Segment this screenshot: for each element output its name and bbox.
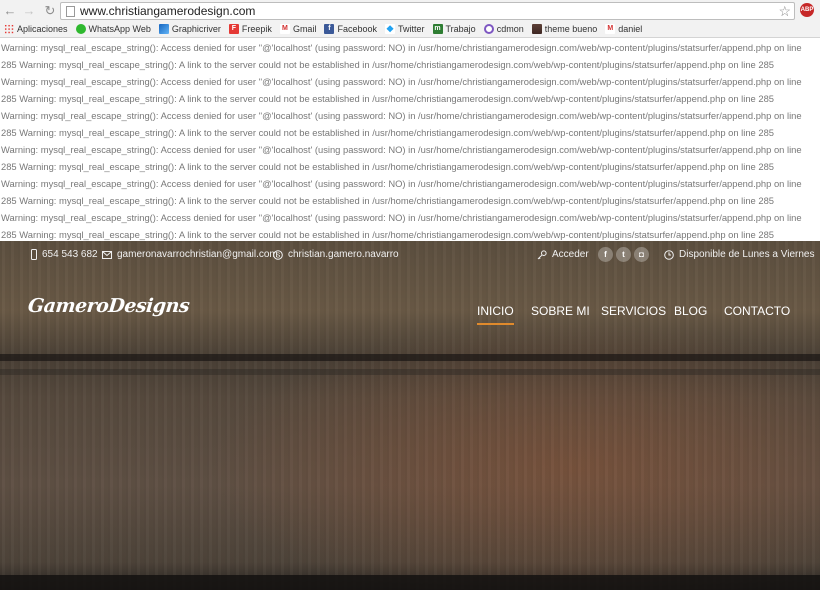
instagram-icon[interactable]: ◘ bbox=[634, 247, 649, 262]
email-icon bbox=[102, 250, 112, 259]
bookmark-label: theme bueno bbox=[544, 24, 598, 34]
freepik-icon: F bbox=[228, 24, 239, 34]
gmail-icon: M bbox=[605, 24, 616, 34]
reload-icon[interactable]: ↻ bbox=[42, 3, 58, 19]
hero-texture-band bbox=[0, 575, 820, 590]
key-icon bbox=[537, 249, 547, 259]
nav-servicios[interactable]: SERVICIOS bbox=[601, 304, 666, 318]
twitter-icon[interactable]: t bbox=[616, 247, 631, 262]
trabajo-icon: m bbox=[432, 24, 443, 34]
bookmark-graphicriver[interactable]: Graphicriver bbox=[158, 24, 221, 34]
bookmark-star-icon[interactable]: ☆ bbox=[778, 3, 791, 19]
bookmark-label: Gmail bbox=[292, 24, 317, 34]
hero-texture-band bbox=[0, 369, 820, 375]
clock-icon bbox=[664, 249, 674, 260]
bookmark-label: Graphicriver bbox=[171, 24, 221, 34]
nav-contacto[interactable]: CONTACTO bbox=[724, 304, 790, 318]
email-address: gameronavarrochristian@gmail.com bbox=[117, 249, 278, 260]
bookmark-label: Trabajo bbox=[445, 24, 476, 34]
bookmark-gmail[interactable]: M Gmail bbox=[279, 24, 317, 34]
bookmark-label: Freepik bbox=[241, 24, 272, 34]
warning-line: 285 Warning: mysql_real_escape_string():… bbox=[1, 195, 775, 206]
adblock-plus-icon[interactable]: ABP bbox=[800, 3, 814, 17]
bookmark-label: WhatsApp Web bbox=[88, 24, 151, 34]
cdmon-icon bbox=[483, 24, 494, 34]
back-arrow-icon[interactable]: ← bbox=[2, 3, 18, 19]
nav-inicio[interactable]: INICIO bbox=[477, 304, 514, 325]
bookmark-trabajo[interactable]: m Trabajo bbox=[432, 24, 476, 34]
nav-blog[interactable]: BLOG bbox=[674, 304, 707, 318]
page-icon bbox=[66, 6, 75, 17]
warning-line: Warning: mysql_real_escape_string(): Acc… bbox=[1, 76, 802, 87]
phone-number: 654 543 682 bbox=[42, 249, 98, 260]
warning-line: Warning: mysql_real_escape_string(): Acc… bbox=[1, 212, 802, 223]
warning-line: 285 Warning: mysql_real_escape_string():… bbox=[1, 127, 775, 138]
bookmark-label: cdmon bbox=[496, 24, 524, 34]
forward-arrow-icon[interactable]: → bbox=[21, 3, 37, 19]
url-text[interactable]: www.christiangamerodesign.com bbox=[80, 4, 255, 19]
bookmarks-bar: Aplicaciones WhatsApp Web Graphicriver F… bbox=[4, 21, 650, 37]
whatsapp-icon bbox=[75, 24, 86, 34]
bookmark-aplicaciones[interactable]: Aplicaciones bbox=[4, 24, 68, 34]
bookmark-facebook[interactable]: f Facebook bbox=[324, 24, 377, 34]
availability-info: Disponible de Lunes a Viernes bbox=[664, 249, 814, 260]
site-hero: 654 543 682 gameronavarrochristian@gmail… bbox=[0, 241, 820, 590]
skype-icon: S bbox=[273, 249, 283, 260]
bookmark-theme-bueno[interactable]: theme bueno bbox=[531, 24, 598, 34]
bookmark-whatsapp-web[interactable]: WhatsApp Web bbox=[75, 24, 151, 34]
bookmark-cdmon[interactable]: cdmon bbox=[483, 24, 524, 34]
theme-icon bbox=[531, 24, 542, 34]
bookmark-label: Facebook bbox=[337, 24, 377, 34]
warning-line: Warning: mysql_real_escape_string(): Acc… bbox=[1, 144, 802, 155]
nav-sobre-mi[interactable]: SOBRE MI bbox=[531, 304, 590, 318]
svg-text:S: S bbox=[276, 252, 281, 259]
bookmark-daniel[interactable]: M daniel bbox=[605, 24, 642, 34]
bookmark-label: Twitter bbox=[397, 24, 425, 34]
warning-line: 285 Warning: mysql_real_escape_string():… bbox=[1, 161, 775, 172]
site-logo[interactable]: GameroDesigns bbox=[27, 295, 191, 317]
apps-icon bbox=[4, 24, 14, 34]
warning-line: 285 Warning: mysql_real_escape_string():… bbox=[1, 59, 775, 70]
email-contact[interactable]: gameronavarrochristian@gmail.com bbox=[102, 249, 278, 260]
phone-contact[interactable]: 654 543 682 bbox=[31, 249, 98, 260]
address-bar[interactable]: www.christiangamerodesign.com ☆ bbox=[60, 2, 795, 20]
warning-line: Warning: mysql_real_escape_string(): Acc… bbox=[1, 110, 802, 121]
availability-text: Disponible de Lunes a Viernes bbox=[679, 249, 815, 260]
bookmark-twitter[interactable]: ❖ Twitter bbox=[384, 24, 425, 34]
twitter-icon: ❖ bbox=[384, 24, 395, 34]
site-topbar: 654 543 682 gameronavarrochristian@gmail… bbox=[0, 241, 820, 269]
bookmark-label: Aplicaciones bbox=[17, 24, 68, 34]
warning-line: Warning: mysql_real_escape_string(): Acc… bbox=[1, 42, 802, 53]
warning-line: 285 Warning: mysql_real_escape_string():… bbox=[1, 93, 775, 104]
hero-texture-band bbox=[0, 354, 820, 361]
bookmark-freepik[interactable]: F Freepik bbox=[228, 24, 272, 34]
facebook-icon[interactable]: f bbox=[598, 247, 613, 262]
gmail-icon: M bbox=[279, 24, 290, 34]
phone-icon bbox=[31, 249, 37, 260]
facebook-icon: f bbox=[324, 24, 335, 34]
browser-chrome: ← → ↻ www.christiangamerodesign.com ☆ AB… bbox=[0, 0, 820, 38]
skype-contact[interactable]: S christian.gamero.navarro bbox=[273, 249, 399, 260]
warning-line: Warning: mysql_real_escape_string(): Acc… bbox=[1, 178, 802, 189]
php-warning-output: Warning: mysql_real_escape_string(): Acc… bbox=[0, 39, 820, 241]
warning-line: 285 Warning: mysql_real_escape_string():… bbox=[1, 229, 775, 240]
graphicriver-icon bbox=[158, 24, 169, 34]
login-label: Acceder bbox=[552, 249, 589, 260]
login-link[interactable]: Acceder bbox=[537, 249, 589, 260]
skype-username: christian.gamero.navarro bbox=[288, 249, 399, 260]
bookmark-label: daniel bbox=[618, 24, 643, 34]
